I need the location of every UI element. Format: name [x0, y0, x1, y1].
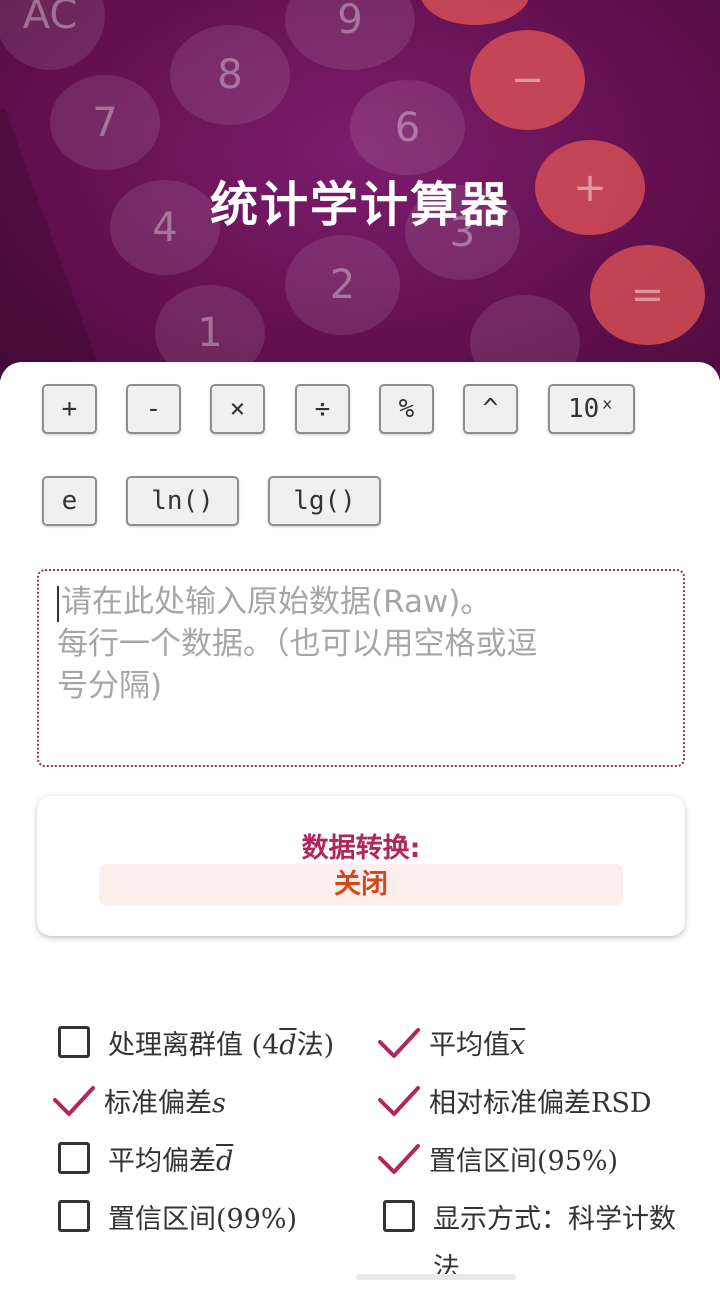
decor-minus: − [470, 30, 585, 130]
checkbox-unchecked[interactable] [383, 1200, 415, 1232]
decor-key: 2 [285, 235, 400, 335]
option-ci99[interactable]: 置信区间(99%) [58, 1191, 297, 1241]
option-label: 置信区间(95%) [429, 1145, 619, 1177]
option-label: 处理离群值 (4d法) [108, 1029, 335, 1061]
lg-button[interactable]: lg() [268, 476, 381, 526]
decor-key: 7 [50, 75, 160, 170]
decor-key: 6 [350, 80, 465, 175]
divide-button[interactable]: ÷ [295, 384, 350, 434]
placeholder-line: 号分隔) [57, 668, 163, 704]
checkbox-unchecked[interactable] [58, 1026, 90, 1058]
data-conversion-panel[interactable]: 数据转换: 关闭 [37, 796, 685, 936]
option-label: 显示方式：科学计数 [433, 1203, 676, 1235]
option-label: 相对标准偏差RSD [429, 1087, 652, 1119]
option-avg-dev[interactable]: 平均偏差d [58, 1133, 233, 1183]
power-button[interactable]: ^ [463, 384, 518, 434]
ln-button[interactable]: ln() [126, 476, 239, 526]
plus-button[interactable]: + [42, 384, 97, 434]
minus-button[interactable]: - [126, 384, 181, 434]
header-banner: AC 9 8 7 6 4 3 2 1 − + = 统计学计算器 [0, 0, 720, 380]
conversion-state[interactable]: 关闭 [99, 864, 623, 906]
option-label: 标准偏差s [104, 1087, 226, 1119]
checkmark-icon[interactable] [377, 1080, 421, 1120]
raw-data-input[interactable]: 请在此处输入原始数据(Raw)。 每行一个数据。（也可以用空格或逗 号分隔) [37, 569, 685, 767]
option-display[interactable]: 显示方式：科学计数 [383, 1191, 676, 1241]
option-mean[interactable]: 平均值x [378, 1017, 526, 1067]
ten-power-button[interactable]: 10ˣ [548, 384, 635, 434]
option-std[interactable]: 标准偏差s [53, 1075, 226, 1125]
page-title: 统计学计算器 [209, 177, 510, 233]
checkmark-icon[interactable] [377, 1022, 421, 1062]
option-rsd[interactable]: 相对标准偏差RSD [378, 1075, 652, 1125]
placeholder-line: 请在此处输入原始数据(Raw)。 [61, 584, 492, 620]
option-label: 平均偏差d [108, 1145, 234, 1177]
checkbox-unchecked[interactable] [58, 1200, 90, 1232]
percent-button[interactable]: % [379, 384, 434, 434]
multiply-button[interactable]: × [210, 384, 265, 434]
e-button[interactable]: e [42, 476, 97, 526]
decor-key: 9 [285, 0, 415, 70]
checkbox-unchecked[interactable] [58, 1142, 90, 1174]
option-label: 置信区间(99%) [108, 1203, 298, 1235]
checkmark-icon[interactable] [52, 1080, 96, 1120]
main-card: + - × ÷ % ^ 10ˣ e ln() lg() 请在此处输入原始数据(R… [0, 362, 720, 1284]
checkmark-icon[interactable] [377, 1138, 421, 1178]
conversion-label: 数据转换: [301, 833, 421, 864]
scroll-indicator [356, 1274, 516, 1280]
option-ci95[interactable]: 置信区间(95%) [378, 1133, 619, 1183]
placeholder-line: 每行一个数据。（也可以用空格或逗 [57, 626, 538, 662]
decor-key: AC [0, 0, 105, 70]
option-outliers[interactable]: 处理离群值 (4d法) [58, 1017, 334, 1067]
decor-equals: = [590, 245, 705, 345]
option-label: 平均值x [429, 1029, 526, 1061]
decor-key: 8 [170, 25, 290, 125]
text-cursor [57, 585, 59, 622]
option-display-cont: 法 [433, 1240, 460, 1290]
decor-op [420, 0, 530, 25]
